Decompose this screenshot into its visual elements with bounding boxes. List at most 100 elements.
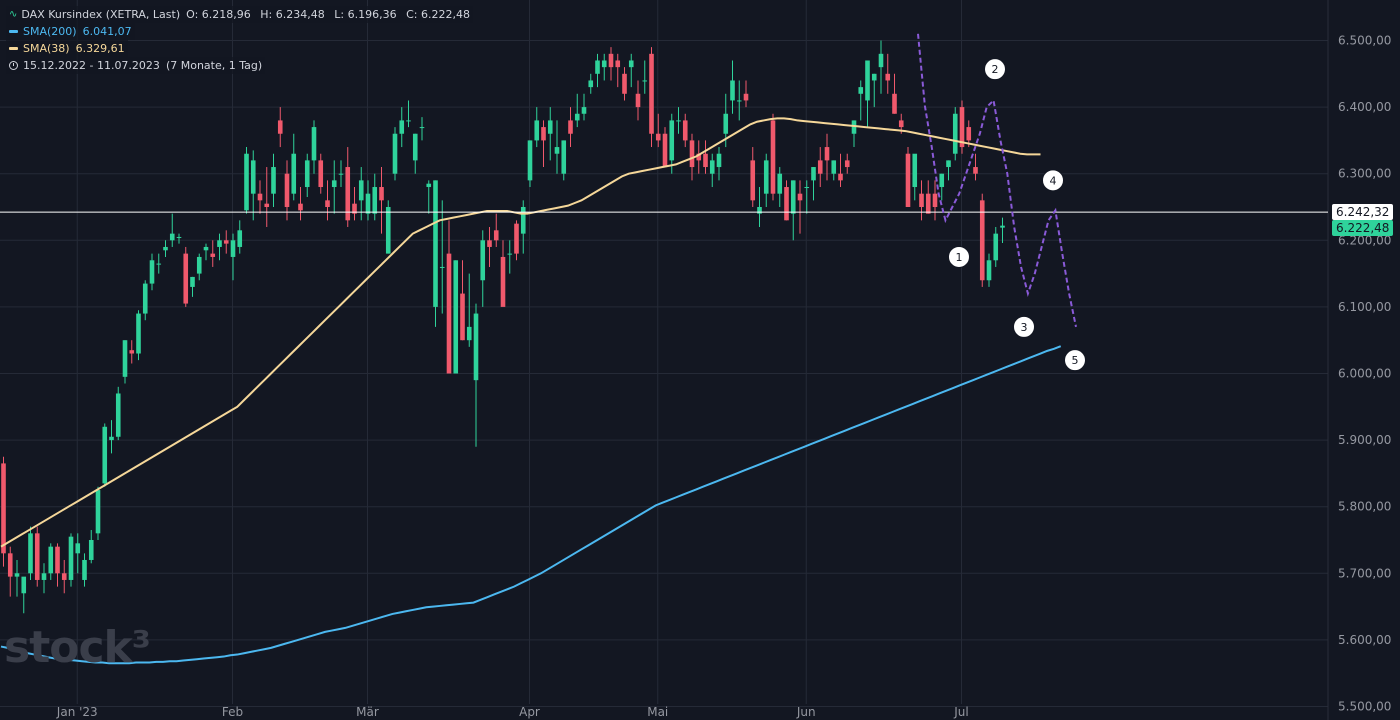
candle-body xyxy=(582,107,587,114)
legend-sma38-value: 6.329,61 xyxy=(76,40,125,57)
y-tick-label: 5.700,00 xyxy=(1338,566,1391,580)
candle-body xyxy=(865,60,870,100)
candle-body xyxy=(406,120,411,121)
candle-body xyxy=(453,260,458,373)
wave-label-text: 5 xyxy=(1072,354,1079,367)
candle-body xyxy=(791,180,796,213)
candle-body xyxy=(318,160,323,187)
wave-label-text: 3 xyxy=(1021,321,1028,334)
candle-body xyxy=(460,294,465,341)
candle-body xyxy=(487,240,492,247)
candle-body xyxy=(703,154,708,167)
candle-body xyxy=(156,264,161,265)
candle-body xyxy=(663,134,668,167)
candle-body xyxy=(555,147,560,154)
candle-body xyxy=(8,553,13,576)
candle-body xyxy=(683,120,688,140)
candle-body xyxy=(332,180,337,187)
candle-body xyxy=(1000,226,1005,228)
candle-body xyxy=(987,260,992,280)
candle-body xyxy=(177,237,182,238)
candle-body xyxy=(251,160,256,193)
candle-body xyxy=(885,74,890,81)
candle-body xyxy=(15,573,20,576)
candle-body xyxy=(129,350,134,353)
candle-body xyxy=(339,174,344,175)
candle-body xyxy=(244,154,249,211)
candle-body xyxy=(1,463,6,553)
candle-body xyxy=(575,114,580,121)
wave-label-text: 2 xyxy=(992,63,999,76)
candle-body xyxy=(237,230,242,247)
candle-body xyxy=(676,120,681,121)
candle-body xyxy=(298,204,303,211)
candle-body xyxy=(919,194,924,207)
candle-body xyxy=(710,160,715,173)
candle-body xyxy=(399,120,404,133)
crosshair-price-tag: 6.242,32 xyxy=(1332,204,1393,220)
legend-low: L: 6.196,36 xyxy=(334,8,396,21)
x-tick-label: Jan '23 xyxy=(56,705,98,719)
candle-body xyxy=(379,187,384,200)
legend-sma38-label: SMA(38) xyxy=(23,40,70,57)
candle-body xyxy=(872,74,877,81)
y-tick-label: 6.000,00 xyxy=(1338,367,1391,381)
candle-body xyxy=(271,167,276,194)
y-tick-label: 6.300,00 xyxy=(1338,167,1391,181)
candle-body xyxy=(413,134,418,161)
candle-body xyxy=(777,174,782,194)
candle-body xyxy=(595,60,600,73)
sma38-swatch xyxy=(9,47,18,50)
candle-body xyxy=(75,543,80,553)
candle-body xyxy=(42,573,47,580)
candle-body xyxy=(467,327,472,340)
candle-body xyxy=(150,260,155,283)
candle-body xyxy=(953,114,958,154)
legend-sma200-row[interactable]: SMA(200) 6.041,07 xyxy=(6,23,135,40)
candle-body xyxy=(804,187,809,188)
candle-body xyxy=(312,127,317,160)
candle-body xyxy=(507,254,512,255)
candle-body xyxy=(440,267,445,268)
candle-body xyxy=(636,94,641,107)
candle-body xyxy=(966,127,971,140)
candle-body xyxy=(325,200,330,207)
legend-ohlc: O: 6.218,96 H: 6.234,48 L: 6.196,36 C: 6… xyxy=(180,6,470,23)
watermark-logo: stock³ xyxy=(4,622,150,673)
candle-body xyxy=(123,340,128,377)
candle-body xyxy=(669,120,674,160)
candle-body xyxy=(163,247,168,250)
candle-body xyxy=(285,174,290,207)
candle-body xyxy=(609,54,614,67)
candle-body xyxy=(35,533,40,580)
candle-body xyxy=(757,207,762,214)
y-tick-label: 6.400,00 xyxy=(1338,100,1391,114)
legend-instrument-row[interactable]: ∿ DAX Kursindex (XETRA, Last) O: 6.218,9… xyxy=(6,6,473,23)
candle-body xyxy=(170,234,175,241)
candle-body xyxy=(750,160,755,200)
candle-body xyxy=(730,80,735,100)
legend-sma200-value: 6.041,07 xyxy=(83,23,132,40)
candle-body xyxy=(588,80,593,87)
legend-instrument: DAX Kursindex (XETRA, Last) xyxy=(21,6,180,23)
candle-body xyxy=(629,60,634,67)
candle-body xyxy=(933,194,938,207)
y-tick-label: 6.500,00 xyxy=(1338,34,1391,48)
candle-body xyxy=(366,194,371,214)
candle-body xyxy=(190,277,195,287)
candle-body xyxy=(784,187,789,220)
candle-body xyxy=(224,240,229,243)
candle-body xyxy=(305,160,310,187)
candle-body xyxy=(217,240,222,247)
candle-body xyxy=(642,80,647,81)
candle-body xyxy=(656,134,661,141)
chart-canvas[interactable]: 6.500,006.400,006.300,006.200,006.100,00… xyxy=(0,0,1400,720)
candle-body xyxy=(501,257,506,307)
candle-body xyxy=(906,154,911,207)
legend-sma38-row[interactable]: SMA(38) 6.329,61 xyxy=(6,40,128,57)
candle-body xyxy=(993,234,998,261)
candle-body xyxy=(622,74,627,94)
candle-body xyxy=(386,207,391,254)
x-tick-label: Jun xyxy=(796,705,816,719)
candle-body xyxy=(811,167,816,180)
